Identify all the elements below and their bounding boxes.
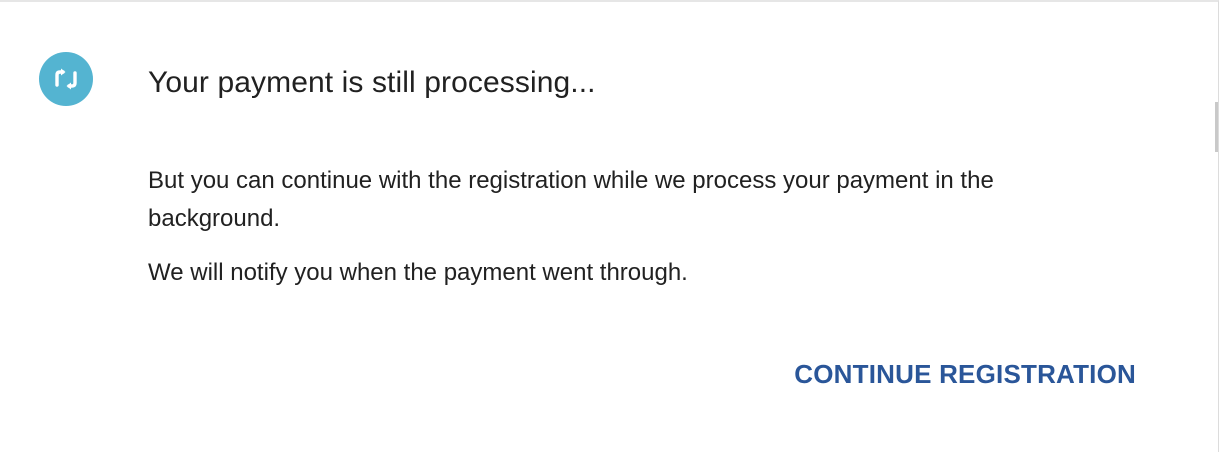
continue-registration-button[interactable]: CONTINUE REGISTRATION <box>794 352 1136 396</box>
message-continue-note: But you can continue with the registrati… <box>148 167 994 232</box>
scrollbar-edge <box>1215 102 1218 152</box>
message-notify-note: We will notify you when the payment went… <box>148 259 688 286</box>
payment-processing-dialog: Your payment is still processing... But … <box>0 0 1219 452</box>
sync-arrows-icon <box>39 52 93 106</box>
dialog-title: Your payment is still processing... <box>148 66 596 99</box>
dialog-message: But you can continue with the registrati… <box>148 162 1108 308</box>
